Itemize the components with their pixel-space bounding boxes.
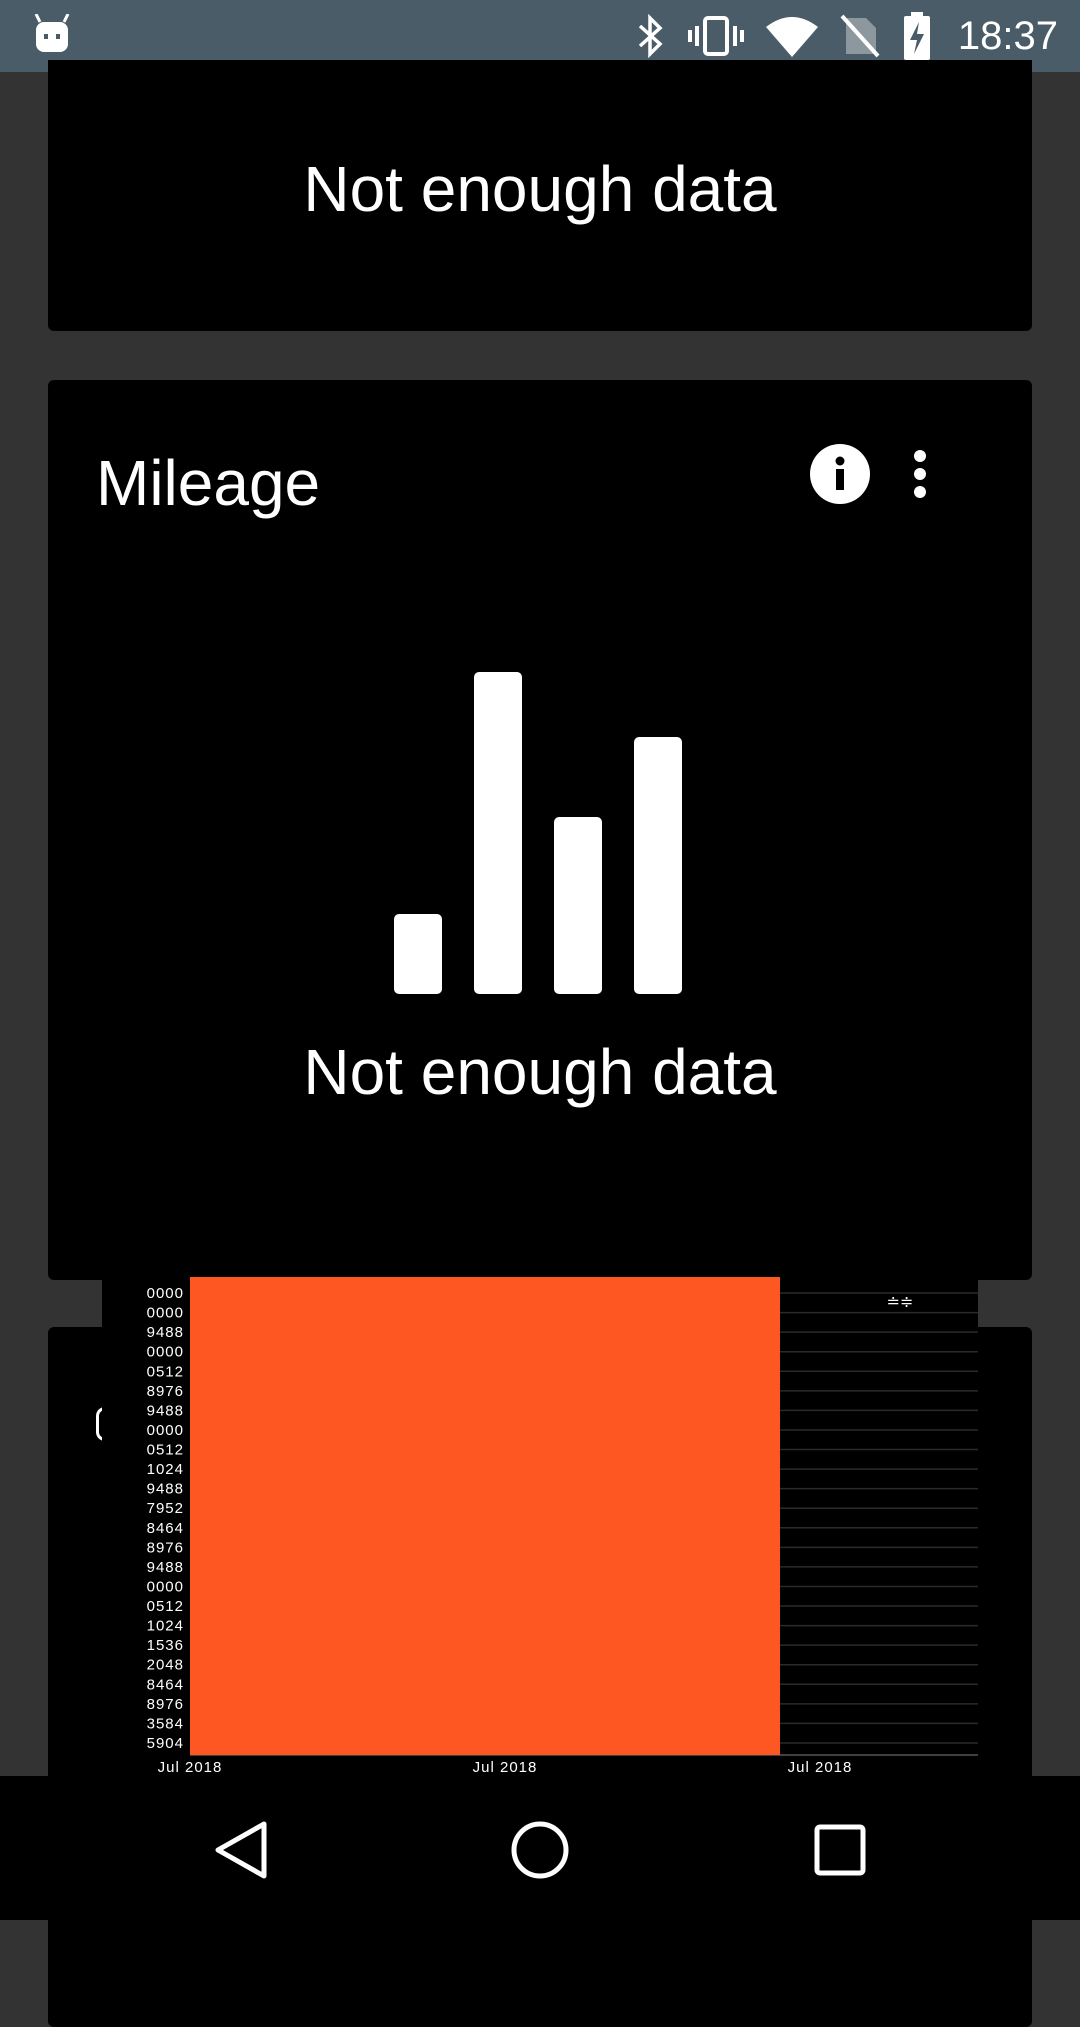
navigation-bar (0, 1776, 1080, 1920)
stat-card-top: Not enough data (48, 60, 1032, 331)
y-tick-label: 0000 (147, 1285, 184, 1302)
y-tick-label: 9488 (147, 1481, 184, 1498)
back-icon[interactable] (214, 1820, 270, 1880)
y-tick-label: 7952 (147, 1500, 184, 1517)
card-title: Mileage (96, 447, 321, 519)
y-tick-label: 0512 (147, 1598, 184, 1615)
y-tick-label: 8464 (147, 1520, 184, 1537)
y-tick-label: 8464 (147, 1676, 184, 1693)
home-icon[interactable] (510, 1820, 570, 1880)
y-tick-label: 2048 (147, 1657, 184, 1674)
y-tick-label: 9488 (147, 1324, 184, 1341)
empty-state-message: Not enough data (303, 153, 777, 225)
y-tick-label: 5904 (147, 1735, 184, 1752)
y-tick-label: 8976 (147, 1539, 184, 1556)
y-tick-label: 9488 (147, 1402, 184, 1419)
y-tick-label: 0000 (147, 1305, 184, 1322)
y-tick-label: 0512 (147, 1363, 184, 1380)
y-tick-label: 0512 (147, 1442, 184, 1459)
chart-overlay: 0000 0000 9488 0000 0512 8976 9488 0000 0512 1024… (102, 1277, 978, 1777)
y-tick-label: 1024 (147, 1618, 184, 1635)
bar-chart-icon (394, 672, 682, 994)
vibrate-icon (687, 16, 744, 56)
bluetooth-icon (638, 14, 663, 58)
android-icon (34, 14, 70, 52)
y-tick-label: 8976 (147, 1383, 184, 1400)
battery-charging-icon (903, 12, 930, 60)
empty-state-message: Not enough data (303, 1036, 777, 1108)
y-tick-label: 3584 (147, 1715, 184, 1732)
corner-glyph: ≐≑ (887, 1292, 914, 1311)
y-tick-label: 8976 (147, 1696, 184, 1713)
y-tick-label: 9488 (147, 1559, 184, 1576)
clock: 18:37 (957, 13, 1058, 58)
x-tick-label: Jul 2018 (788, 1759, 853, 1776)
x-tick-label: Jul 2018 (158, 1759, 223, 1776)
more-vert-icon[interactable] (910, 444, 930, 504)
y-tick-label: 0000 (147, 1578, 184, 1595)
x-tick-label: Jul 2018 (473, 1759, 538, 1776)
no-sim-icon (840, 14, 880, 58)
y-tick-label: 1024 (147, 1461, 184, 1478)
bar (190, 1277, 780, 1755)
mileage-card: Mileage Not enough data (48, 380, 1032, 1280)
recents-icon[interactable] (814, 1824, 866, 1876)
info-icon[interactable] (810, 444, 870, 504)
y-tick-label: 0000 (147, 1344, 184, 1361)
bar-chart: 0000 0000 9488 0000 0512 8976 9488 0000 0512 1024… (147, 1277, 978, 1776)
y-tick-label: 0000 (147, 1422, 184, 1439)
y-tick-label: 1536 (147, 1637, 184, 1654)
wifi-icon (765, 17, 818, 57)
